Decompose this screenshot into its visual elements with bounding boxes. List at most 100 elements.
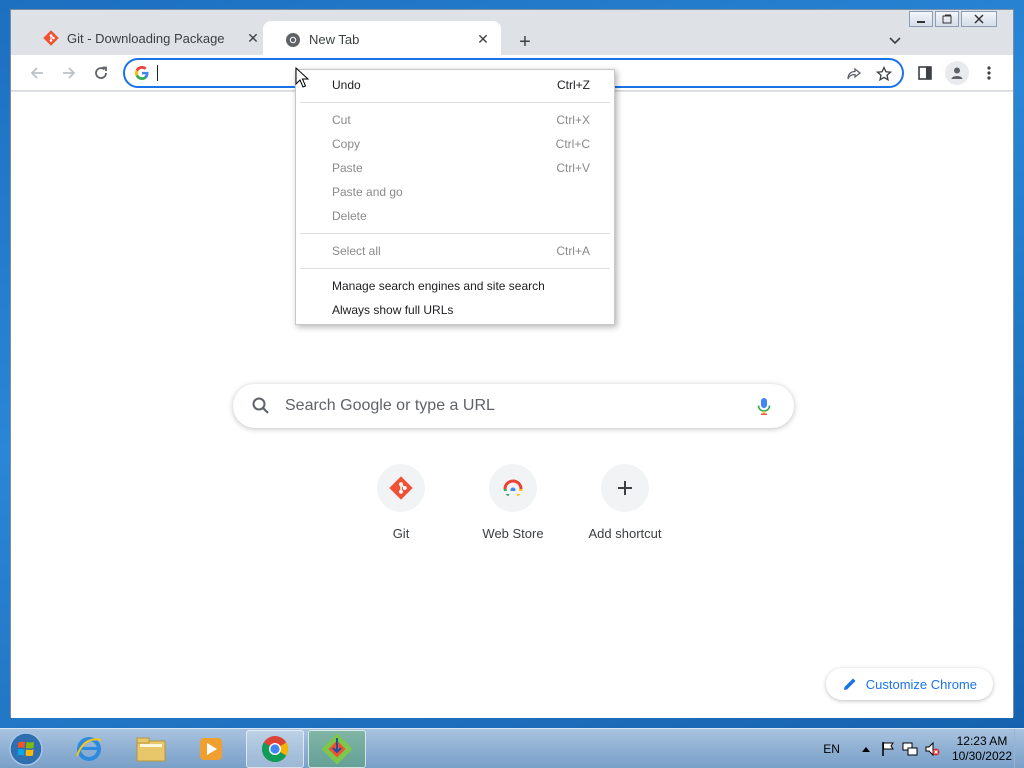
back-button[interactable] xyxy=(25,61,49,85)
menu-button[interactable] xyxy=(977,61,1001,85)
menu-item-label: Paste and go xyxy=(332,185,403,199)
tab-git-downloading[interactable]: Git - Downloading Package ✕ xyxy=(21,21,271,55)
tab-new-tab[interactable]: New Tab ✕ xyxy=(263,21,501,58)
customize-chrome-button[interactable]: Customize Chrome xyxy=(825,668,993,700)
menu-item-shortcut: Ctrl+A xyxy=(556,244,590,258)
taskbar-installer[interactable] xyxy=(308,730,366,768)
git-icon xyxy=(389,476,413,500)
clock-time: 12:23 AM xyxy=(956,734,1008,748)
volume-muted-icon[interactable] xyxy=(924,741,940,757)
tab-title: Git - Downloading Package xyxy=(67,30,225,46)
new-tab-button[interactable]: + xyxy=(513,30,537,54)
menu-item-delete[interactable]: Delete xyxy=(296,204,614,228)
taskbar-chrome[interactable] xyxy=(246,730,304,768)
omnibox-context-menu: Undo Ctrl+Z Cut Ctrl+X Copy Ctrl+C Paste… xyxy=(295,69,615,325)
taskbar-file-explorer[interactable] xyxy=(122,730,180,768)
close-tab-icon[interactable]: ✕ xyxy=(475,31,491,48)
shortcut-web-store[interactable]: Web Store xyxy=(457,464,569,541)
menu-item-manage-search-engines[interactable]: Manage search engines and site search xyxy=(296,274,614,298)
tab-strip: Git - Downloading Package ✕ New Tab ✕ + xyxy=(11,18,1013,58)
menu-item-label: Cut xyxy=(332,113,351,127)
media-player-icon xyxy=(200,738,222,760)
action-center-icon[interactable] xyxy=(880,741,896,757)
plus-icon xyxy=(618,481,632,495)
tab-title: New Tab xyxy=(309,32,360,47)
menu-item-paste-and-go[interactable]: Paste and go xyxy=(296,180,614,204)
mouse-cursor-icon xyxy=(295,67,309,88)
web-store-icon xyxy=(503,479,523,497)
share-button[interactable] xyxy=(844,64,864,84)
menu-separator xyxy=(300,233,610,234)
menu-item-label: Copy xyxy=(332,137,361,151)
ntp-search-box[interactable]: Search Google or type a URL xyxy=(233,384,794,428)
taskbar-media-player[interactable] xyxy=(182,730,240,768)
pencil-icon xyxy=(843,678,856,690)
clock-date: 10/30/2022 xyxy=(951,749,1012,763)
show-hidden-icons-button[interactable] xyxy=(858,741,874,757)
menu-item-label: Delete xyxy=(332,209,367,223)
language-indicator[interactable]: EN xyxy=(823,742,840,756)
network-icon[interactable] xyxy=(902,741,918,757)
chrome-icon xyxy=(261,736,289,763)
side-panel-icon xyxy=(918,66,932,80)
git-icon xyxy=(43,30,59,46)
menu-separator xyxy=(300,268,610,269)
system-tray: EN 12:23 AM 10/30/2022 xyxy=(823,729,1016,768)
chrome-icon xyxy=(285,32,301,48)
text-caret xyxy=(157,65,158,81)
tab-search-button[interactable] xyxy=(885,31,905,51)
menu-separator xyxy=(300,102,610,103)
shortcut-label: Add shortcut xyxy=(588,526,662,541)
clock[interactable]: 12:23 AM 10/30/2022 xyxy=(952,734,1012,764)
arrow-left-icon xyxy=(30,67,43,79)
microphone-icon[interactable] xyxy=(754,396,774,416)
chevron-up-icon xyxy=(861,747,870,752)
more-vert-icon xyxy=(987,66,991,80)
star-icon xyxy=(876,66,892,82)
menu-item-shortcut: Ctrl+C xyxy=(555,137,590,151)
arrow-right-icon xyxy=(63,67,76,79)
shortcut-label: Web Store xyxy=(482,526,544,541)
shortcut-git[interactable]: Git xyxy=(345,464,457,541)
menu-item-select-all[interactable]: Select all Ctrl+A xyxy=(296,239,614,263)
reload-icon xyxy=(95,66,107,79)
internet-explorer-icon xyxy=(76,737,102,761)
menu-item-shortcut: Ctrl+X xyxy=(556,113,590,127)
shortcut-tile xyxy=(377,464,425,512)
taskbar-internet-explorer[interactable] xyxy=(60,730,118,768)
menu-item-label: Select all xyxy=(332,244,381,258)
google-g-icon xyxy=(135,66,149,80)
search-icon xyxy=(252,397,269,414)
chevron-down-icon xyxy=(889,37,901,45)
menu-item-label: Undo xyxy=(332,78,361,92)
shortcut-tile xyxy=(489,464,537,512)
profile-button[interactable] xyxy=(945,61,969,85)
menu-item-undo[interactable]: Undo Ctrl+Z xyxy=(296,73,614,97)
customize-label: Customize Chrome xyxy=(865,676,977,692)
windows-logo-icon xyxy=(9,732,43,766)
close-tab-icon[interactable]: ✕ xyxy=(245,30,261,46)
shortcut-add[interactable]: Add shortcut xyxy=(569,464,681,541)
menu-item-copy[interactable]: Copy Ctrl+C xyxy=(296,132,614,156)
bookmark-button[interactable] xyxy=(874,64,894,84)
menu-item-shortcut: Ctrl+V xyxy=(556,161,590,175)
menu-item-always-show-full-urls[interactable]: Always show full URLs xyxy=(296,298,614,322)
windows-taskbar: EN 12:23 AM 10/30/2022 xyxy=(0,728,1024,768)
shortcut-label: Git xyxy=(392,526,410,541)
reload-button[interactable] xyxy=(89,61,113,85)
menu-item-paste[interactable]: Paste Ctrl+V xyxy=(296,156,614,180)
forward-button[interactable] xyxy=(57,61,81,85)
installer-icon xyxy=(322,734,352,764)
profile-icon xyxy=(951,67,963,79)
show-desktop-button[interactable] xyxy=(1014,729,1024,768)
menu-item-cut[interactable]: Cut Ctrl+X xyxy=(296,108,614,132)
share-icon xyxy=(847,67,862,80)
start-button[interactable] xyxy=(6,731,46,767)
menu-item-label: Manage search engines and site search xyxy=(332,279,545,293)
ntp-search-placeholder: Search Google or type a URL xyxy=(285,397,495,414)
menu-item-label: Always show full URLs xyxy=(332,303,454,317)
side-panel-button[interactable] xyxy=(913,61,937,85)
menu-item-label: Paste xyxy=(332,161,363,175)
menu-item-shortcut: Ctrl+Z xyxy=(557,78,590,92)
folder-icon xyxy=(136,737,166,762)
